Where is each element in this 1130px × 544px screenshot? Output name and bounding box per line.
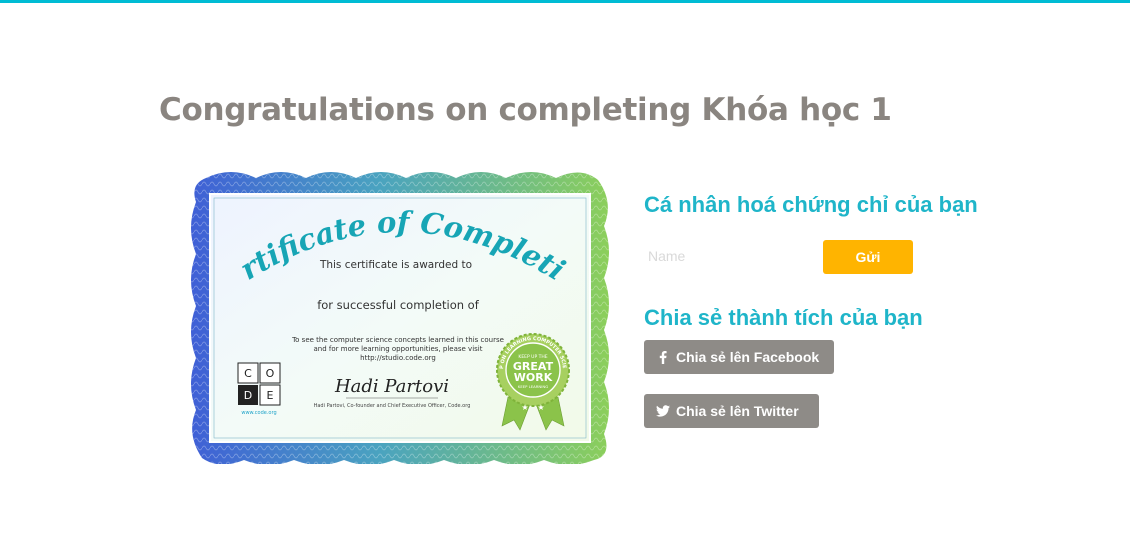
certificate-awarded-text: This certificate is awarded to: [319, 259, 472, 271]
personalize-heading: Cá nhân hoá chứng chỉ của bạn: [644, 192, 978, 217]
badge-main-2: WORK: [514, 371, 553, 384]
badge-star-icon: ★: [521, 403, 528, 412]
name-input[interactable]: [644, 240, 814, 272]
certificate-info-line2: and for more learning opportunities, ple…: [314, 345, 483, 353]
share-heading: Chia sẻ thành tích của bạn: [644, 305, 923, 330]
logo-letter: O: [266, 367, 275, 380]
badge-star-icon: ★: [537, 403, 544, 412]
certificate-info-line3: http://studio.code.org: [360, 354, 436, 362]
page-title: Congratulations on completing Khóa học 1: [159, 92, 892, 128]
logo-url: www.code.org: [241, 410, 276, 416]
signature: Hadi Partovi: [334, 376, 449, 397]
top-accent-bar: [0, 0, 1130, 3]
share-twitter-button[interactable]: Chia sẻ lên Twitter: [644, 394, 819, 428]
certificate-completion-text: for successful completion of: [317, 298, 479, 312]
certificate-image: Certificate of Completion This certifica…: [186, 172, 614, 464]
facebook-icon: [656, 350, 670, 364]
twitter-icon: [656, 404, 670, 418]
submit-button[interactable]: Gửi: [823, 240, 913, 274]
share-twitter-label: Chia sẻ lên Twitter: [676, 403, 799, 419]
signer-line: Hadi Partovi, Co-founder and Chief Execu…: [314, 403, 471, 409]
logo-letter: E: [267, 389, 274, 402]
certificate-info-line1: To see the computer science concepts lea…: [291, 336, 504, 344]
share-facebook-button[interactable]: Chia sẻ lên Facebook: [644, 340, 834, 374]
share-facebook-label: Chia sẻ lên Facebook: [676, 349, 820, 365]
logo-letter: D: [244, 389, 252, 402]
badge-bottom: KEEP LEARNING: [518, 384, 548, 389]
logo-letter: C: [244, 367, 252, 380]
